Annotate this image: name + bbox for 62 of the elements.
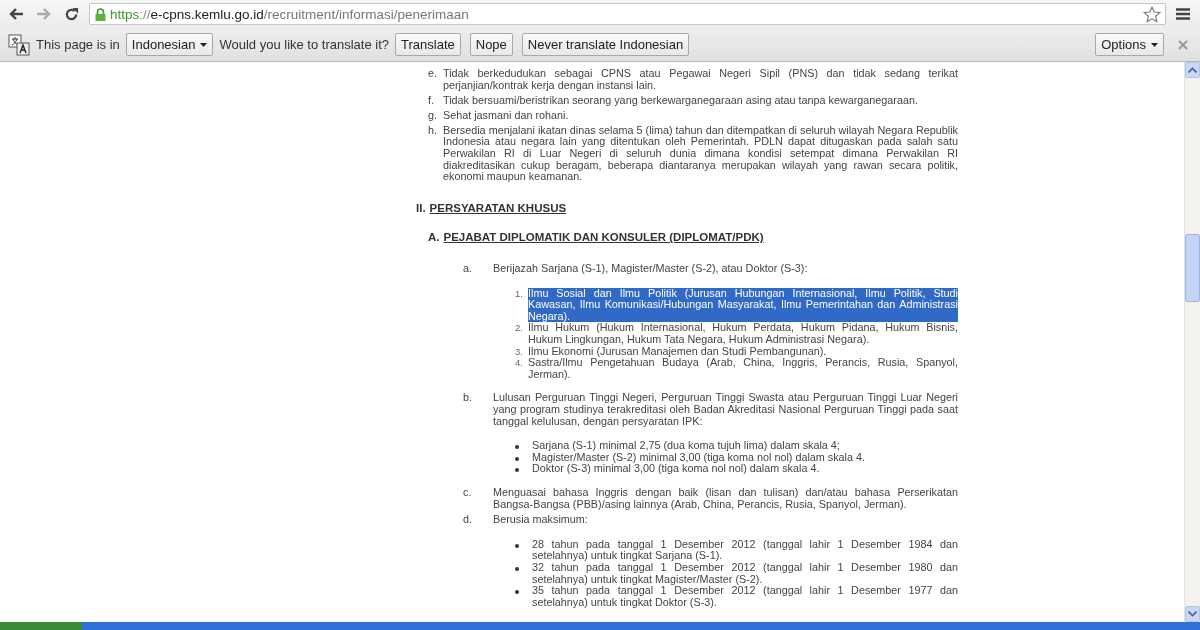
scrollbar[interactable] [1184,62,1200,622]
requirement-text: Lulusan Perguruan Tinggi Negeri, Perguruan Tinggi Swasta atau Perguruan Tinggi Luar Negeri yang program studinya terakreditasi oleh Badan Akreditasi Nasional Perguruan Tinggi pada saat tanggal kelulusan, dengan persyaratan IPK: [493,392,958,428]
list-item-text: 35 tahun pada tanggal 1 Desember 2012 (tanggal lahir 1 Desember 1977 dan setelahnya) untuk tingkat Doktor (S-3). [532,585,958,609]
caret-icon [200,42,208,47]
list-item-text: Bersedia menjalani ikatan dinas selama 5 (lima) tahun dan ditempatkan di seluruh wilayah Negara Republik Indonesia atau negara lain yang ditentukan oleh Pemerintah. PDLN dapat ditugaskan pada salah satu Perwakilan RI di Luar Negeri di seluruh dunia dimana kondisi setempat dimana Perwakilan RI diakreditasikan cukup beragam, beberapa diantaranya merupakan wilayah yang rawan secara politik, ekonomi maupun keamanan. [443,124,958,183]
language-dropdown[interactable]: Indonesian [125,33,214,56]
list-item-text: Magister/Master (S-2) minimal 3,00 (tiga koma nol nol) dalam skala 4. [532,451,867,464]
list-item-text: 32 tahun pada tanggal 1 Desember 2012 (tanggal lahir 1 Desember 1980 dan setelahnya) untuk tingkat Magister/Master (S-2). [532,561,958,586]
back-icon[interactable] [8,7,24,21]
list-item-text: 28 tahun pada tanggal 1 Desember 2012 (tanggal lahir 1 Desember 1984 dan setelahnya) untuk tingkat Sarjana (S-1). [532,538,958,562]
translate-bar-button[interactable]: Never translate Indonesian [521,33,690,56]
url-text: https://e-cpns.kemlu.go.id/recruitment/informasi/penerimaan [110,6,470,22]
bullet-icon [515,456,519,461]
list-item-text: Ilmu Sosial dan Ilmu Politik (Jurusan Hubungan Internasional, Ilmu Politik, Studi Kawasan, Ilmu Komunikasi/Hubungan Masyarakat, Ilmu Pemerintahan dan Administrasi Negara). [528,287,958,323]
translate-bar-button[interactable]: Translate [395,33,461,56]
scroll-thumb[interactable] [1185,234,1200,302]
bullet-icon [515,590,519,595]
translate-bar-button[interactable]: Nope [469,33,513,56]
translate-question: Would you like to translate it? [219,37,390,52]
lock-icon [95,7,106,21]
list-item-text: Tidak bersuami/beristrikan seorang yang berkewarganegaraan asing atau tanpa kewarganegaraan. [443,94,919,107]
translate-prompt: This page is in [36,37,120,52]
list-marker: d. [462,514,473,526]
list-item-text: Ilmu Hukum (Hukum Internasional, Hukum Perdata, Hukum Pidana, Hukum Bisnis, Hukum Lingkungan, Hukum Tata Negara, Hukum Administrasi Negara). [528,322,958,346]
list-marker: g. [428,109,438,122]
requirement-text: Berijazah Sarjana (S-1), Magister/Master (S-2), atau Doktor (S-3): [493,263,809,275]
bullet-icon [515,566,519,571]
subsection-number: A. [428,232,440,245]
list-number: 2. [514,322,524,336]
list-number: 3. [514,345,524,358]
list-item-text: Doktor (S-3) minimal 3,00 (tiga koma nol nol) dalam skala 4. [532,463,821,475]
list-item-text: Ilmu Ekonomi (Jurusan Manajemen dan Studi Pembangunan). [528,345,828,358]
list-number: 1. [514,287,524,301]
bullet-icon [515,445,519,450]
scroll-down-icon[interactable] [1185,606,1200,622]
section-heading: PERSYARATAN KHUSUS [429,202,567,215]
list-item-text: Sastra/Ilmu Pengetahuan Budaya (Arab, China, Inggris, Perancis, Rusia, Spanyol, Jerman). [528,357,958,381]
list-item-text: Sarjana (S-1) minimal 2,75 (dua koma tujuh lima) dalam skala 4; [532,440,841,452]
star-icon[interactable] [1143,5,1161,23]
list-number: 4. [514,357,524,371]
list-marker: f. [428,94,435,107]
list-item-text: Tidak berkedudukan sebagai CPNS atau Pegawai Negeri Sipil (PNS) dan tidak sedang terikat perjanjian/kontrak kerja dengan instansi lain. [443,68,958,92]
list-marker: a. [462,263,473,275]
caret-icon [1151,42,1158,47]
list-marker: h. [428,124,438,138]
list-marker: b. [462,392,473,406]
section-number: II. [416,202,426,215]
list-marker: c. [462,486,473,500]
subsection-heading: PEJABAT DIPLOMATIK DAN KONSULER (DIPLOMAT/PDK) [443,232,764,245]
reload-icon[interactable] [64,6,79,22]
menu-icon[interactable] [1176,8,1190,20]
list-item-text: Sehat jasmani dan rohani. [443,109,570,122]
bullet-icon [515,543,519,548]
list-marker: e. [428,68,438,81]
address-bar[interactable]: https://e-cpns.kemlu.go.id/recruitment/informasi/penerimaan [89,3,1166,25]
requirement-text: Menguasai bahasa Inggris dengan baik (lisan dan tulisan) dan/atau bahasa Perserikatan Bangsa-Bangsa (PBB)/asing lainnya (Arab, China, Perancis, Rusia, Spanyol, Jerman). [493,486,958,511]
close-icon[interactable] [1178,39,1188,50]
options-button[interactable]: Options [1095,33,1164,56]
bullet-icon [515,468,519,473]
scroll-up-icon[interactable] [1185,62,1200,78]
requirement-text: Berusia maksimum: [493,514,589,526]
translate-icon [8,33,30,56]
